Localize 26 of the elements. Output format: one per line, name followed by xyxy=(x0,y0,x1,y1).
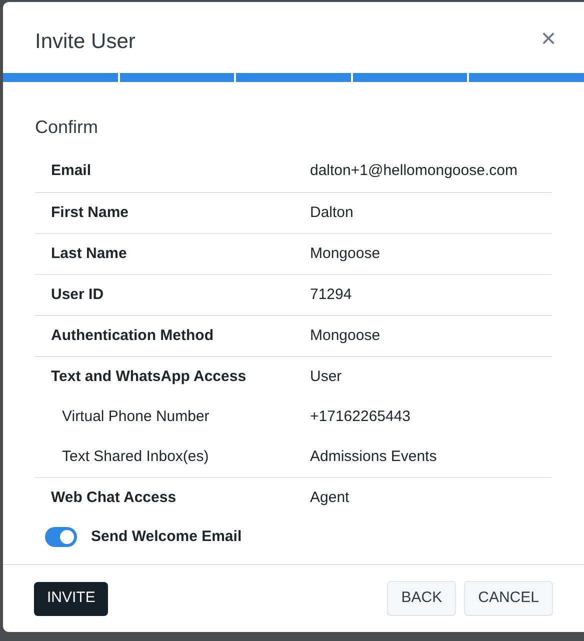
field-label: Virtual Phone Number xyxy=(61,406,210,427)
back-button[interactable]: BACK xyxy=(387,581,456,616)
toggle-switch[interactable] xyxy=(45,527,77,548)
field-label: Text and WhatsApp Access xyxy=(50,366,248,387)
close-button[interactable]: × xyxy=(540,25,556,51)
invite-button[interactable]: INVITE xyxy=(34,582,108,616)
field-value: Admissions Events xyxy=(310,446,437,467)
field-label: First Name xyxy=(50,202,130,223)
field-label: Last Name xyxy=(50,244,128,264)
field-label: Text Shared Inbox(es) xyxy=(61,446,210,467)
dialog-title: Invite User xyxy=(35,29,136,55)
field-value: User xyxy=(310,366,342,387)
field-value: Dalton xyxy=(310,202,354,223)
field-label: Web Chat Access xyxy=(50,488,178,508)
field-value: Agent xyxy=(310,488,350,508)
field-label: Email xyxy=(50,161,92,182)
field-value: Mongoose xyxy=(310,244,380,264)
field-label: User ID xyxy=(50,284,105,305)
cancel-button[interactable]: CANCEL xyxy=(464,581,553,616)
field-value: +17162265443 xyxy=(310,406,411,427)
field-value: Mongoose xyxy=(310,326,380,346)
field-value: dalton+1@hellomongoose.com xyxy=(310,161,518,182)
section-title: Confirm xyxy=(35,116,100,139)
toggle-label: Send Welcome Email xyxy=(91,527,242,547)
field-value: 71294 xyxy=(310,284,352,305)
field-label: Authentication Method xyxy=(50,326,214,346)
